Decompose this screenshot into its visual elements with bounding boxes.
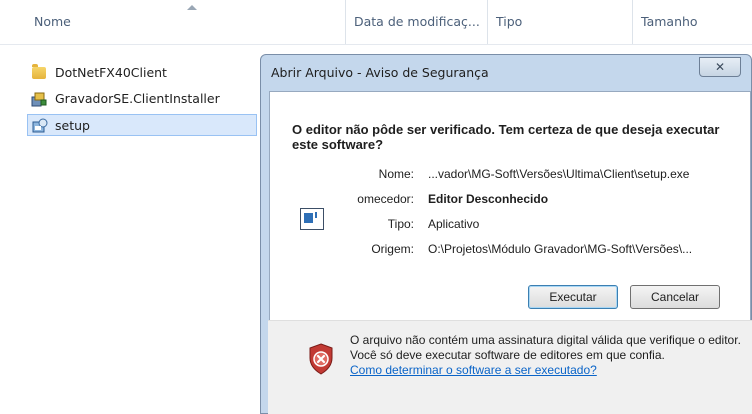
- cancel-button[interactable]: Cancelar: [630, 285, 720, 309]
- folder-icon: [32, 64, 46, 79]
- security-shield-icon: [308, 343, 334, 375]
- column-name[interactable]: Nome: [34, 0, 334, 44]
- publisher-label: omecedor:: [357, 192, 414, 206]
- name-value: ...vador\MG-Soft\Versões\Ultima\Client\s…: [428, 167, 690, 181]
- installer-icon: [31, 91, 47, 107]
- origin-value: O:\Projetos\Módulo Gravador\MG-Soft\Vers…: [428, 242, 693, 256]
- type-value: Aplicativo: [428, 217, 480, 231]
- close-button[interactable]: ✕: [699, 57, 741, 77]
- file-name: GravadorSE.ClientInstaller: [55, 91, 220, 106]
- name-label: Nome:: [378, 167, 414, 181]
- file-name: DotNetFX40Client: [55, 65, 167, 80]
- run-button[interactable]: Executar: [528, 285, 618, 309]
- warning-text-block: O arquivo não contém uma assinatura digi…: [350, 333, 746, 378]
- file-name: setup: [55, 118, 90, 133]
- publisher-value: Editor Desconhecido: [428, 192, 549, 206]
- warning-message: O arquivo não contém uma assinatura digi…: [350, 333, 741, 362]
- type-label: Tipo:: [387, 217, 414, 231]
- dialog-title: Abrir Arquivo - Aviso de Segurança: [271, 65, 489, 80]
- setup-icon: [32, 118, 48, 134]
- dialog-question: O editor não pôde ser verificado. Tem ce…: [292, 122, 720, 152]
- origin-label: Origem:: [371, 242, 414, 256]
- warning-panel: O arquivo não contém uma assinatura digi…: [268, 320, 752, 414]
- column-header-bar: Nome Data de modificaç... Tipo Tamanho: [0, 0, 752, 45]
- column-type[interactable]: Tipo: [487, 0, 627, 44]
- column-size[interactable]: Tamanho: [632, 0, 742, 44]
- column-date-modified[interactable]: Data de modificaç...: [345, 0, 485, 44]
- file-row-setup[interactable]: setup: [27, 114, 257, 136]
- help-link[interactable]: Como determinar o software a ser executa…: [350, 363, 597, 377]
